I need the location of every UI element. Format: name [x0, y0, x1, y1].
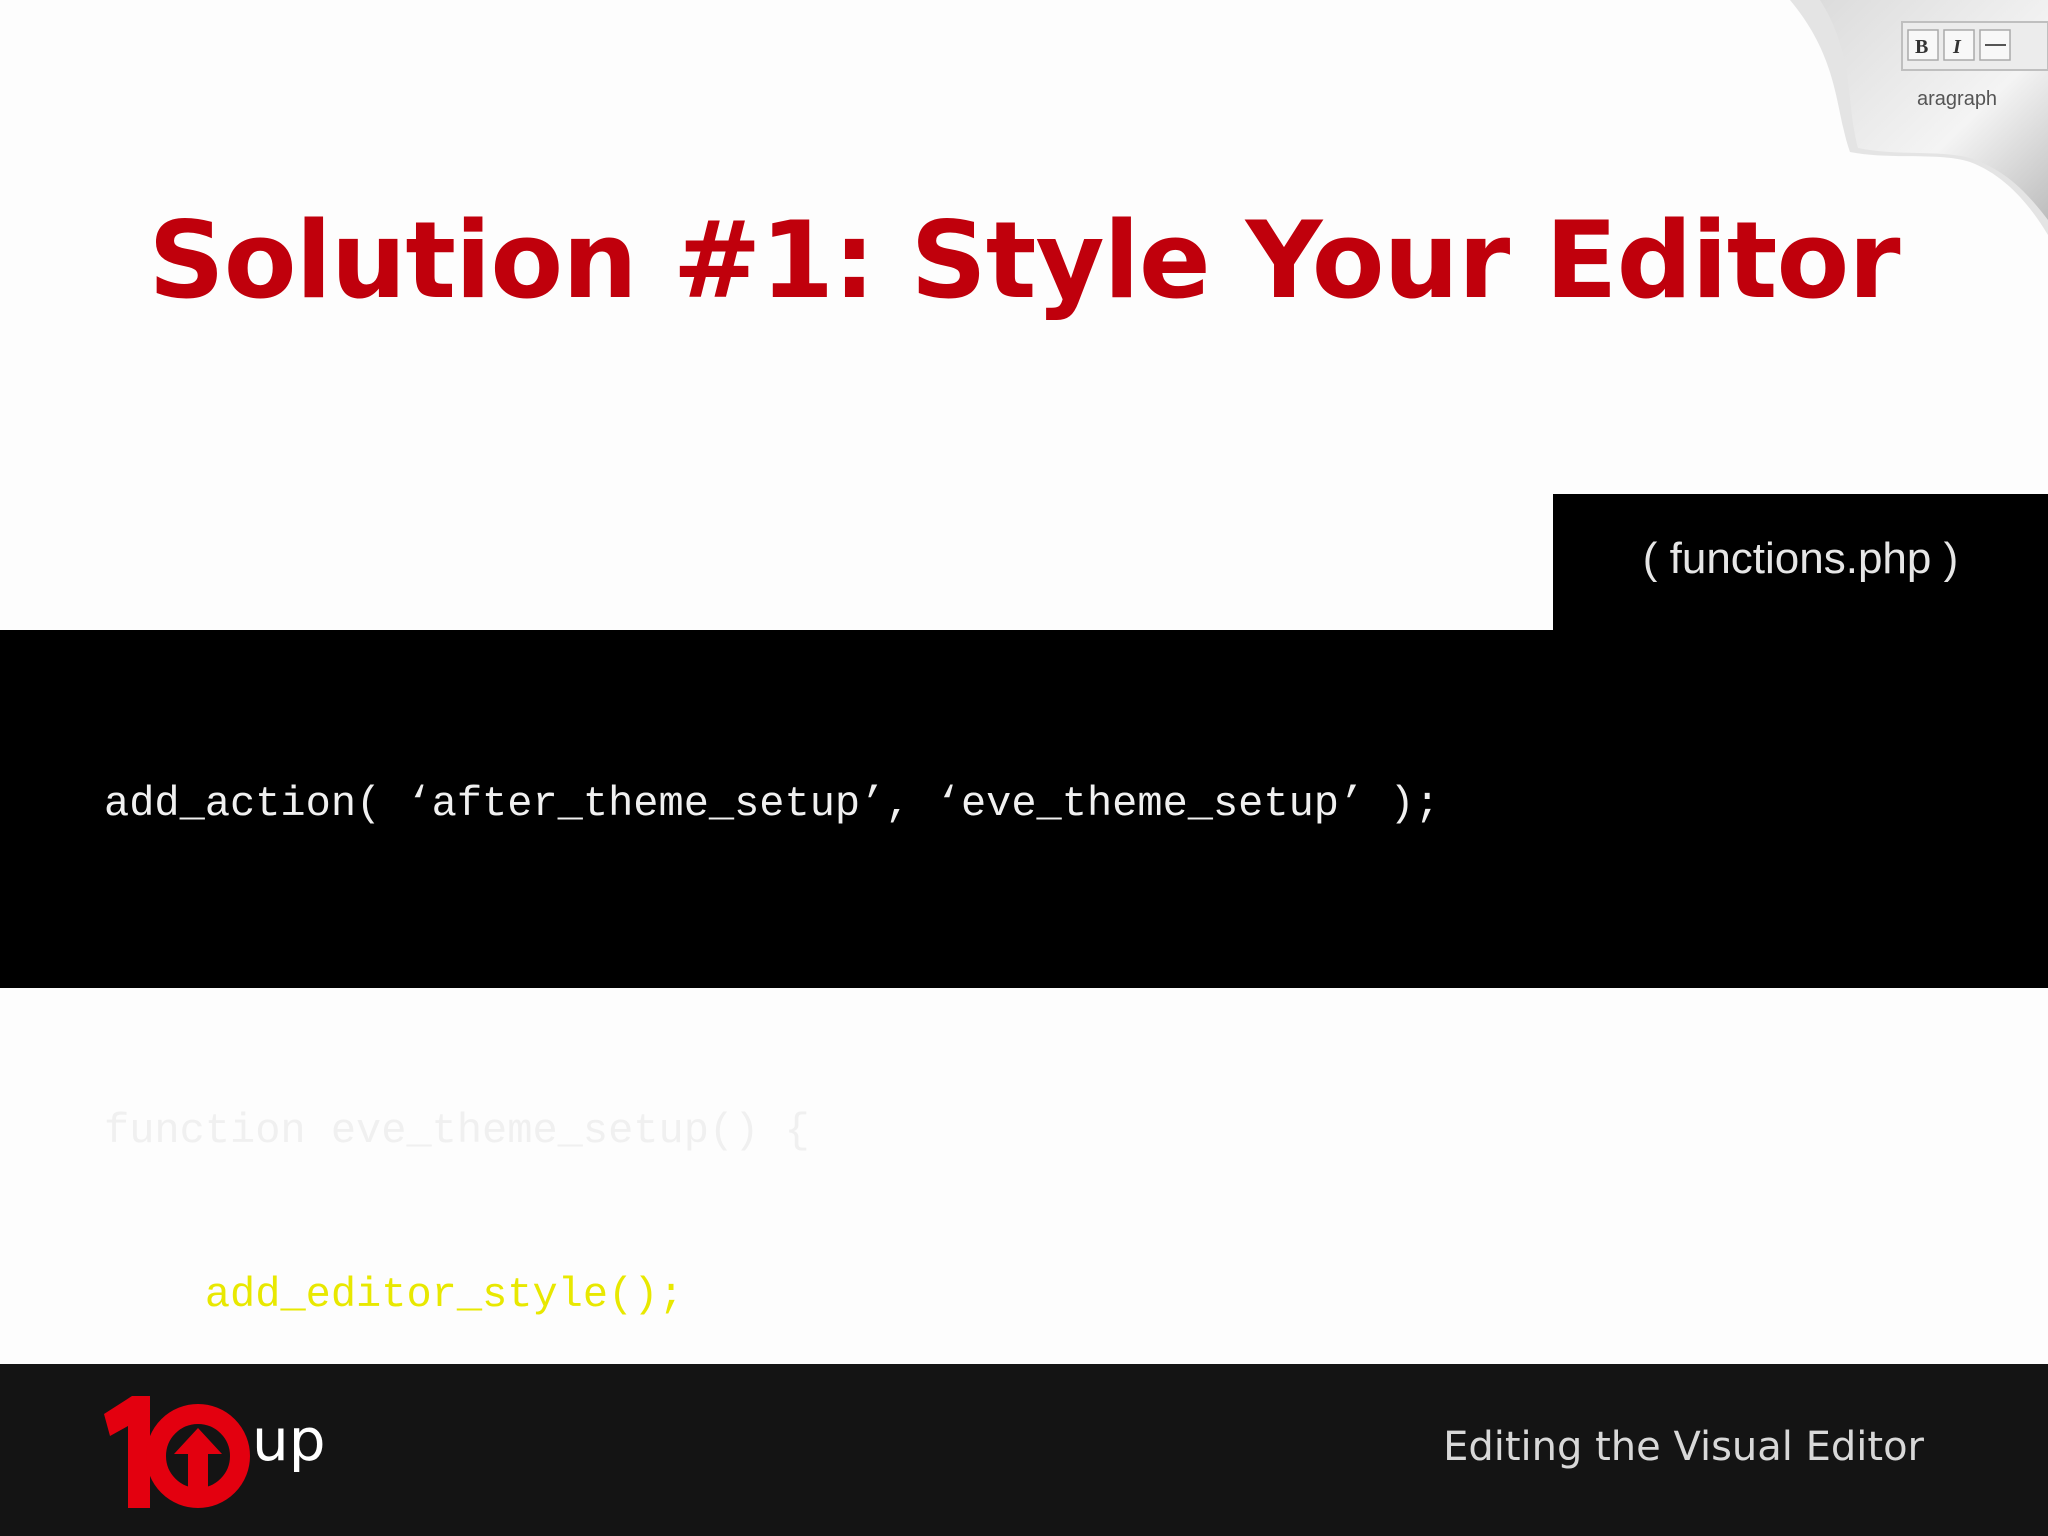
file-label: ( functions.php )	[1642, 534, 1959, 583]
italic-icon: I	[1952, 36, 1962, 58]
code-line-3: add_editor_style();	[104, 1268, 1440, 1323]
slide: B I aragraph Solution #1: Style Your Edi…	[0, 0, 2048, 1536]
footer-title: Editing the Visual Editor	[1443, 1424, 1924, 1470]
code-highlight: add_editor_style();	[204, 1270, 684, 1319]
code-line-2: function eve_theme_setup() {	[104, 1107, 810, 1155]
slide-title: Solution #1: Style Your Editor	[148, 199, 1900, 322]
code-block: add_action( ‘after_theme_setup’, ‘eve_th…	[0, 630, 2048, 1482]
10up-logo: up	[102, 1392, 362, 1512]
file-tab: ( functions.php )	[1553, 494, 2048, 630]
footer: up Editing the Visual Editor	[0, 1364, 2048, 1536]
curl-label: aragraph	[1917, 88, 1998, 110]
logo-suffix: up	[252, 1406, 326, 1474]
bold-icon: B	[1915, 36, 1928, 58]
code-line-1: add_action( ‘after_theme_setup’, ‘eve_th…	[104, 780, 1440, 828]
